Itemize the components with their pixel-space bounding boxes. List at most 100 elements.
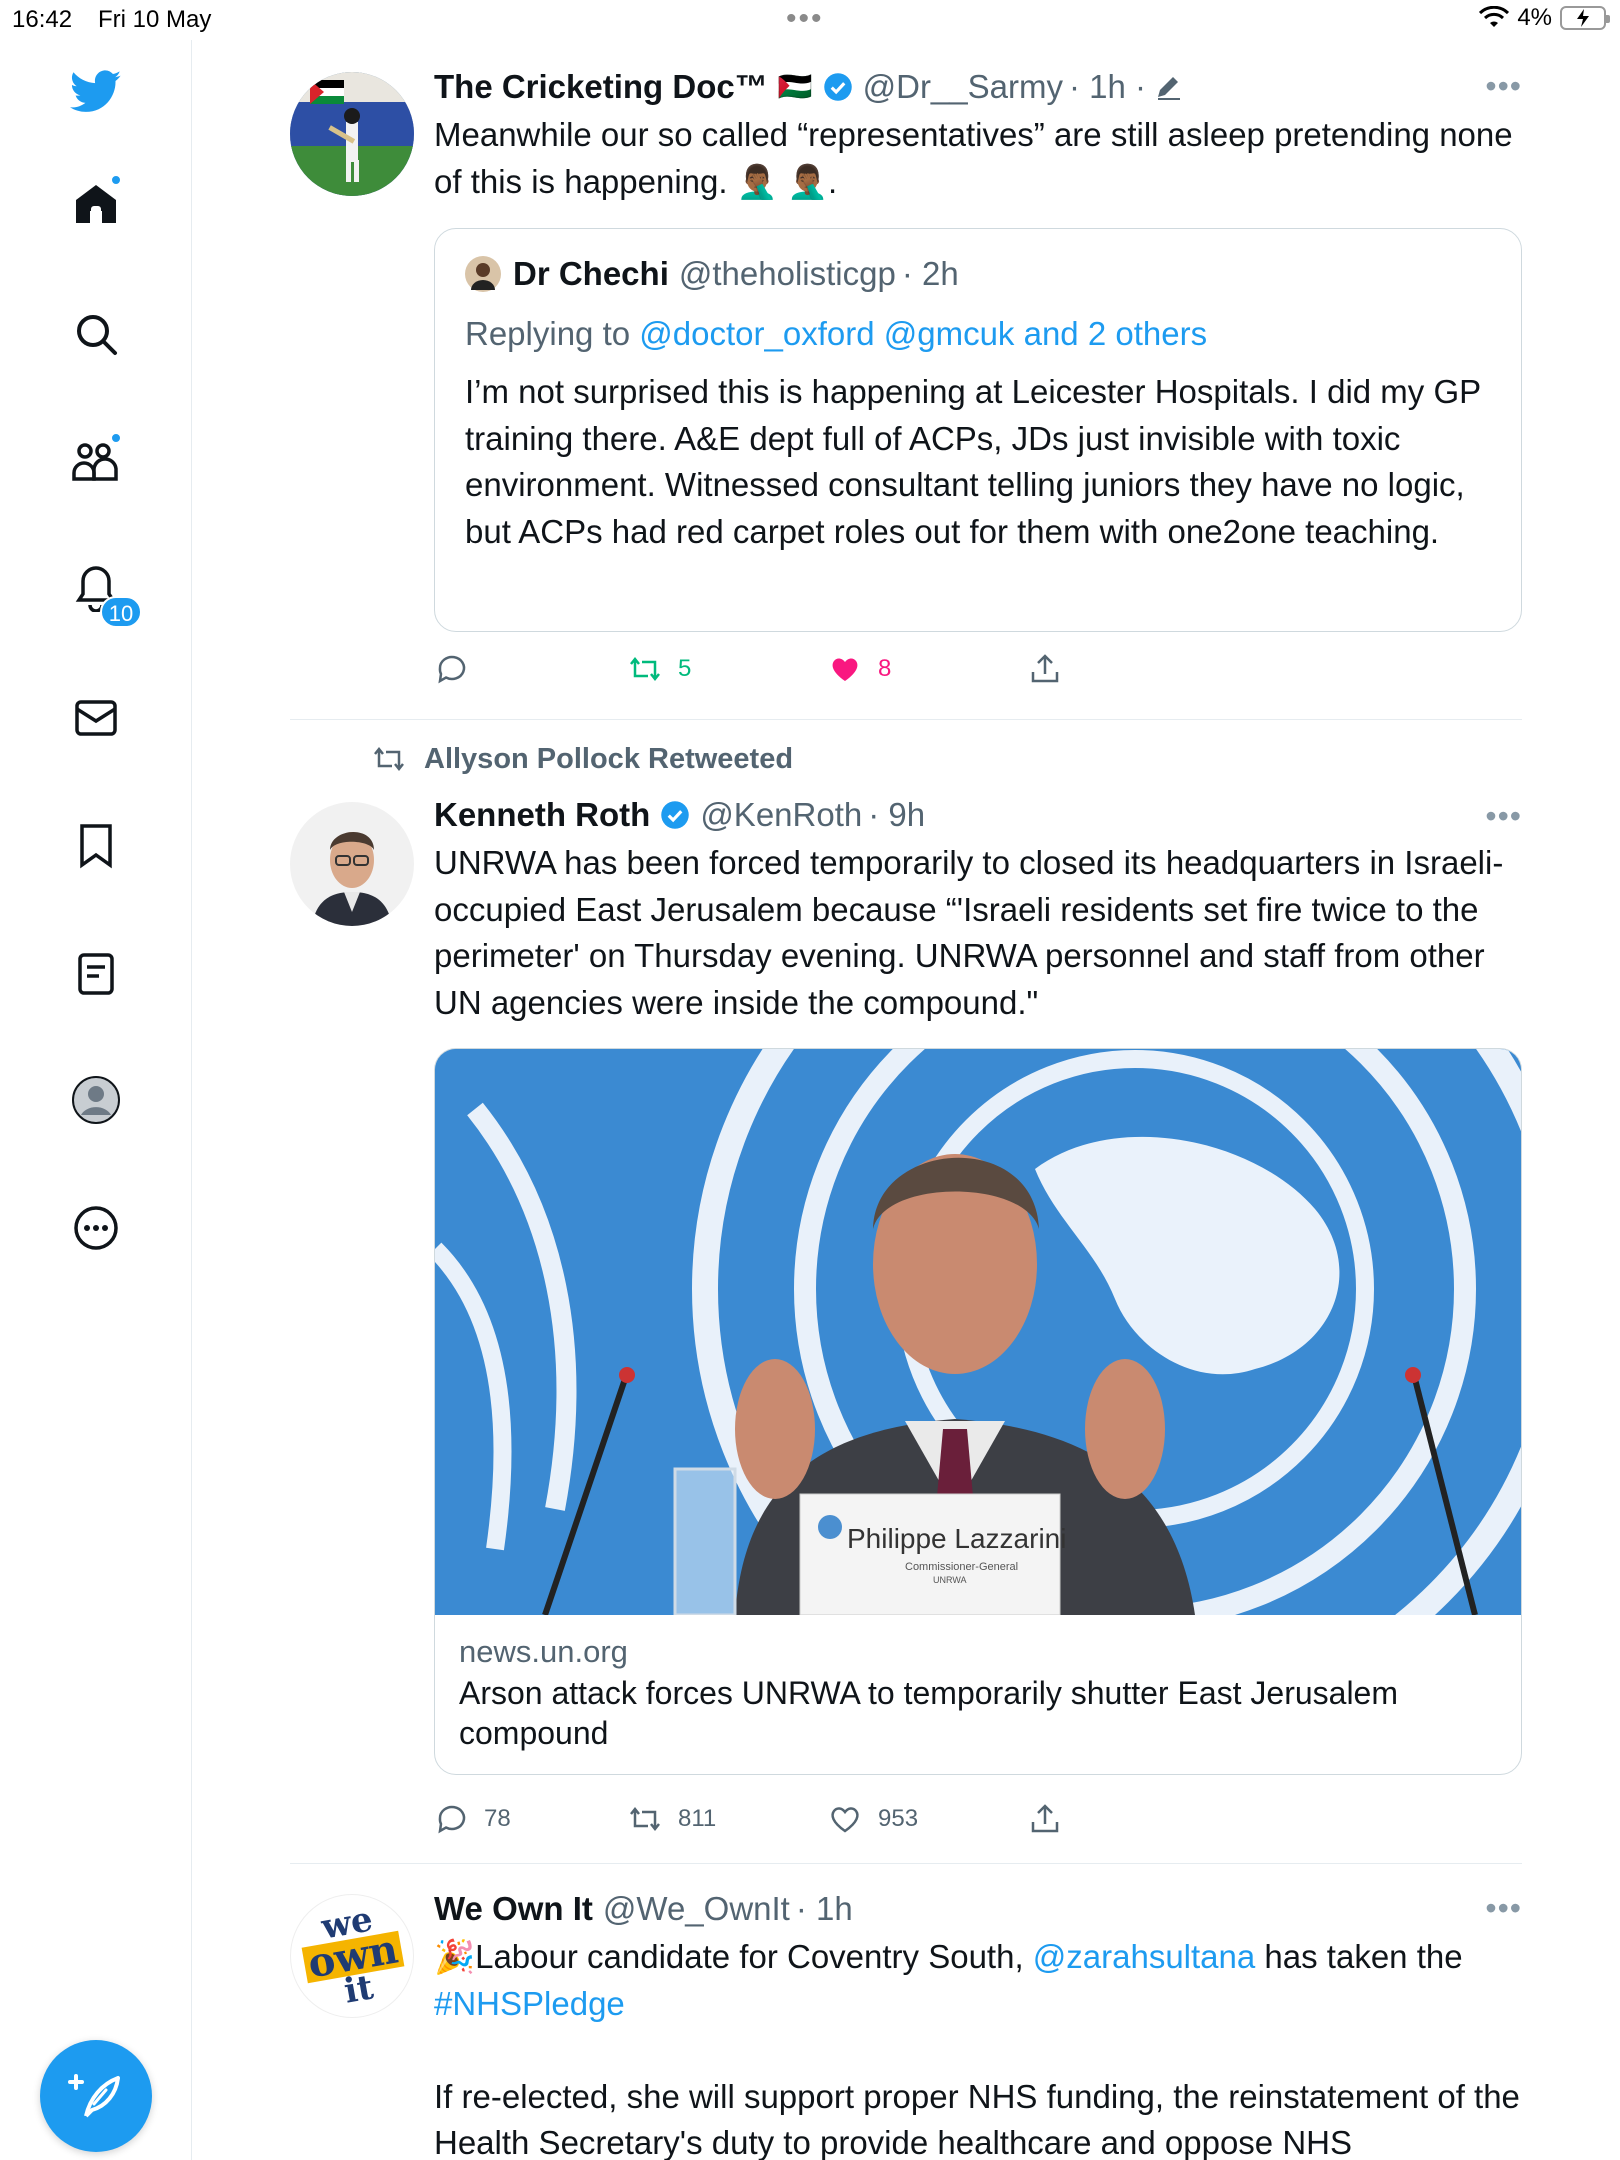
sidebar-item-more[interactable] xyxy=(70,1202,122,1254)
nameplate-text: Philippe Lazzarini xyxy=(847,1523,1067,1554)
quoted-tweet[interactable]: Dr Chechi @theholisticgp · 2h Replying t… xyxy=(434,228,1522,632)
battery-percent: 4% xyxy=(1517,4,1552,31)
verified-badge-icon xyxy=(661,801,690,829)
tweet-text: 🎉Labour candidate for Coventry South, @z… xyxy=(434,1934,1522,2160)
link-card-title: Arson attack forces UNRWA to temporarily… xyxy=(459,1675,1398,1751)
sidebar-item-lists[interactable] xyxy=(70,948,122,1000)
author-name[interactable]: We Own It xyxy=(434,1886,593,1932)
link-card-domain: news.un.org xyxy=(459,1634,628,1669)
multitasking-dots-icon[interactable]: ••• xyxy=(786,2,824,36)
sidebar-item-bookmarks[interactable] xyxy=(70,820,122,872)
retweet-small-icon xyxy=(374,746,404,772)
retweeted-by[interactable]: Allyson Pollock Retweeted xyxy=(424,743,793,776)
reply-count: 78 xyxy=(484,1805,511,1832)
quoted-tweet-text: I’m not surprised this is happening at L… xyxy=(465,373,1481,550)
battery-charging-icon xyxy=(1560,6,1610,30)
avatar[interactable]: we own it xyxy=(290,1894,414,2018)
author-name[interactable]: Kenneth Roth xyxy=(434,792,650,838)
profile-icon xyxy=(72,1076,120,1124)
reply-button[interactable] xyxy=(434,652,468,686)
link-card-footer: news.un.org Arson attack forces UNRWA to… xyxy=(435,1615,1521,1753)
author-handle[interactable]: @Dr__Sarmy xyxy=(863,64,1063,110)
notification-count-badge: 10 xyxy=(100,596,142,628)
author-handle[interactable]: @We_OwnIt xyxy=(603,1886,790,1932)
home-icon xyxy=(76,185,116,223)
tweet-text-part: Labour candidate for Coventry South, xyxy=(475,1938,1033,1975)
communities-icon xyxy=(72,443,118,481)
like-count: 8 xyxy=(878,655,892,682)
list-icon xyxy=(78,953,114,995)
tweet-time: · 1h xyxy=(795,1890,853,1927)
edited-pencil-icon xyxy=(1158,77,1181,100)
like-button[interactable]: 8 xyxy=(828,652,891,686)
tweet-content: Kenneth Roth @KenRoth · 9h UNRWA has bee… xyxy=(434,792,1522,1026)
tweet-header: We Own It @We_OwnIt · 1h xyxy=(434,1886,1522,1932)
hashtag-link[interactable]: #NHSPledge xyxy=(434,1985,625,2022)
like-button[interactable]: 953 xyxy=(828,1802,918,1836)
avatar[interactable] xyxy=(290,802,414,926)
share-button[interactable] xyxy=(1028,652,1062,686)
mention-link[interactable]: @zarahsultana xyxy=(1033,1938,1255,1975)
tweet-time: · 1h · xyxy=(1068,68,1147,105)
author-name[interactable]: The Cricketing Doc™ xyxy=(434,64,768,110)
reply-icon xyxy=(438,1805,466,1834)
replying-to-users[interactable]: @doctor_oxford @gmcuk and 2 others xyxy=(639,315,1207,352)
like-count: 953 xyxy=(878,1805,919,1832)
compose-icon xyxy=(68,2074,120,2118)
sidebar-item-explore[interactable] xyxy=(70,308,122,360)
tweet[interactable]: we own it We Own It @We_OwnIt · 1h 🎉Labo… xyxy=(290,1864,1522,2160)
share-button[interactable] xyxy=(1028,1802,1062,1836)
tweet-content: The Cricketing Doc™ 🇵🇸 @Dr__Sarmy · 1h ·… xyxy=(434,64,1522,205)
avatar[interactable] xyxy=(290,72,414,196)
tweet-content: We Own It @We_OwnIt · 1h 🎉Labour candida… xyxy=(434,1886,1522,2160)
nameplate-org: UNRWA xyxy=(933,1575,967,1585)
link-card-image: Philippe Lazzarini Commissioner-General … xyxy=(435,1049,1521,1615)
verified-badge-icon xyxy=(823,73,852,101)
compose-tweet-button[interactable] xyxy=(40,2040,152,2152)
more-circle-icon xyxy=(74,1206,118,1250)
tweet[interactable]: Allyson Pollock Retweeted Kenneth Roth @… xyxy=(290,720,1522,1864)
sidebar-item-messages[interactable] xyxy=(70,692,122,744)
quoted-tweet-header: Dr Chechi @theholisticgp · 2h xyxy=(465,255,959,293)
tweet[interactable]: The Cricketing Doc™ 🇵🇸 @Dr__Sarmy · 1h ·… xyxy=(290,40,1522,720)
tweet-text: Meanwhile our so called “representatives… xyxy=(434,116,1513,200)
more-options-icon[interactable]: ••• xyxy=(1485,1890,1522,1927)
more-options-icon[interactable]: ••• xyxy=(1485,68,1522,105)
sidebar-item-profile[interactable] xyxy=(70,1074,122,1126)
search-icon xyxy=(77,315,117,355)
retweet-button[interactable]: 5 xyxy=(628,652,691,686)
tweet-header: The Cricketing Doc™ 🇵🇸 @Dr__Sarmy · 1h · xyxy=(434,64,1522,110)
tweet-text-paragraph: If re-elected, she will support proper N… xyxy=(434,2077,1520,2160)
reply-icon xyxy=(438,655,466,684)
retweet-count: 5 xyxy=(678,655,692,682)
share-icon xyxy=(1031,1804,1059,1833)
retweet-context: Allyson Pollock Retweeted xyxy=(370,742,793,776)
home-unread-dot xyxy=(110,174,122,186)
status-bar: 16:42 Fri 10 May ••• 4% xyxy=(0,0,1620,40)
quoted-author-avatar xyxy=(465,256,501,292)
replying-to-label: Replying to xyxy=(465,315,631,352)
tweet-text-part: has taken the xyxy=(1255,1938,1463,1975)
quoted-author-handle: @theholisticgp xyxy=(678,255,896,292)
sidebar-item-home[interactable] xyxy=(70,174,122,230)
mail-icon xyxy=(75,700,117,736)
status-date: Fri 10 May xyxy=(98,6,212,33)
retweet-button[interactable]: 811 xyxy=(628,1802,716,1836)
twitter-logo-icon[interactable] xyxy=(70,66,122,118)
retweet-icon xyxy=(630,656,660,682)
tweet-actions: 5 8 xyxy=(434,652,1522,692)
more-options-icon[interactable]: ••• xyxy=(1485,798,1522,835)
communities-unread-dot xyxy=(110,432,122,444)
reply-button[interactable]: 78 xyxy=(434,1802,511,1836)
sidebar-item-communities[interactable] xyxy=(70,432,122,488)
replying-to: Replying to @doctor_oxford @gmcuk and 2 … xyxy=(465,311,1207,357)
sidebar-nav: 10 xyxy=(0,40,192,2160)
party-emoji-icon: 🎉 xyxy=(434,1938,476,1975)
tweet-actions: 78 811 953 xyxy=(434,1802,1522,1842)
retweet-icon xyxy=(630,1806,660,1832)
author-handle[interactable]: @KenRoth xyxy=(700,792,862,838)
bookmark-icon xyxy=(80,824,112,869)
logo-word-it: it xyxy=(341,1967,377,2012)
link-card[interactable]: Philippe Lazzarini Commissioner-General … xyxy=(434,1048,1522,1775)
quoted-tweet-time: · 2h xyxy=(901,255,959,292)
